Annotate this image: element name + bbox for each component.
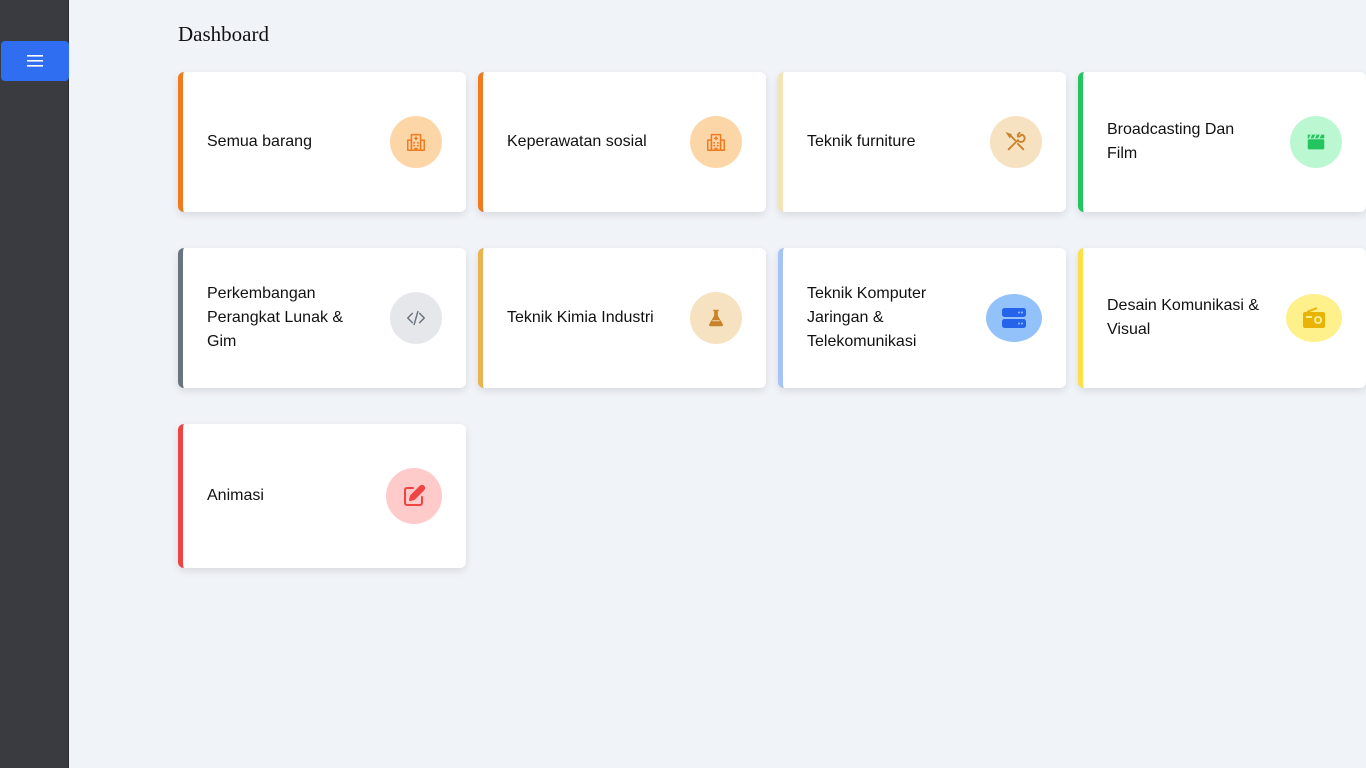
card-teknik-komputer-jaringan-telekomunikasi[interactable]: Teknik Komputer Jaringan & Telekomunikas… (778, 248, 1066, 388)
page-title: Dashboard (178, 22, 269, 46)
card-teknik-kimia-industri[interactable]: Teknik Kimia Industri (478, 248, 766, 388)
card-desain-komunikasi-visual[interactable]: Desain Komunikasi & Visual (1078, 248, 1366, 388)
card-label: Teknik Komputer Jaringan & Telekomunikas… (807, 285, 927, 350)
card-label: Desain Komunikasi & Visual (1107, 297, 1260, 338)
card-perkembangan-perangkat-lunak-gim[interactable]: Perkembangan Perangkat Lunak & Gim (178, 248, 466, 388)
card-semua-barang[interactable]: Semua barang (178, 72, 466, 212)
radio-icon (1286, 294, 1342, 342)
card-keperawatan-sosial[interactable]: Keperawatan sosial (478, 72, 766, 212)
flask-icon (690, 292, 742, 344)
sidebar (0, 0, 69, 768)
card-label: Semua barang (207, 133, 312, 150)
card-animasi[interactable]: Animasi (178, 424, 466, 568)
card-teknik-furniture[interactable]: Teknik furniture (778, 72, 1066, 212)
building-icon (390, 116, 442, 168)
card-label: Broadcasting Dan Film (1107, 121, 1235, 162)
building-icon (690, 116, 742, 168)
menu-toggle-button[interactable] (1, 41, 69, 81)
card-broadcasting-dan-film[interactable]: Broadcasting Dan Film (1078, 72, 1366, 212)
card-label: Teknik furniture (807, 133, 916, 150)
clapperboard-icon (1290, 116, 1342, 168)
card-label: Perkembangan Perangkat Lunak & Gim (207, 285, 344, 350)
code-icon (390, 292, 442, 344)
hamburger-menu-icon (27, 55, 43, 67)
edit-icon (386, 468, 442, 524)
card-label: Teknik Kimia Industri (507, 309, 654, 326)
card-label: Animasi (207, 487, 264, 504)
tools-icon (990, 116, 1042, 168)
server-icon (986, 294, 1042, 342)
card-label: Keperawatan sosial (507, 133, 647, 150)
